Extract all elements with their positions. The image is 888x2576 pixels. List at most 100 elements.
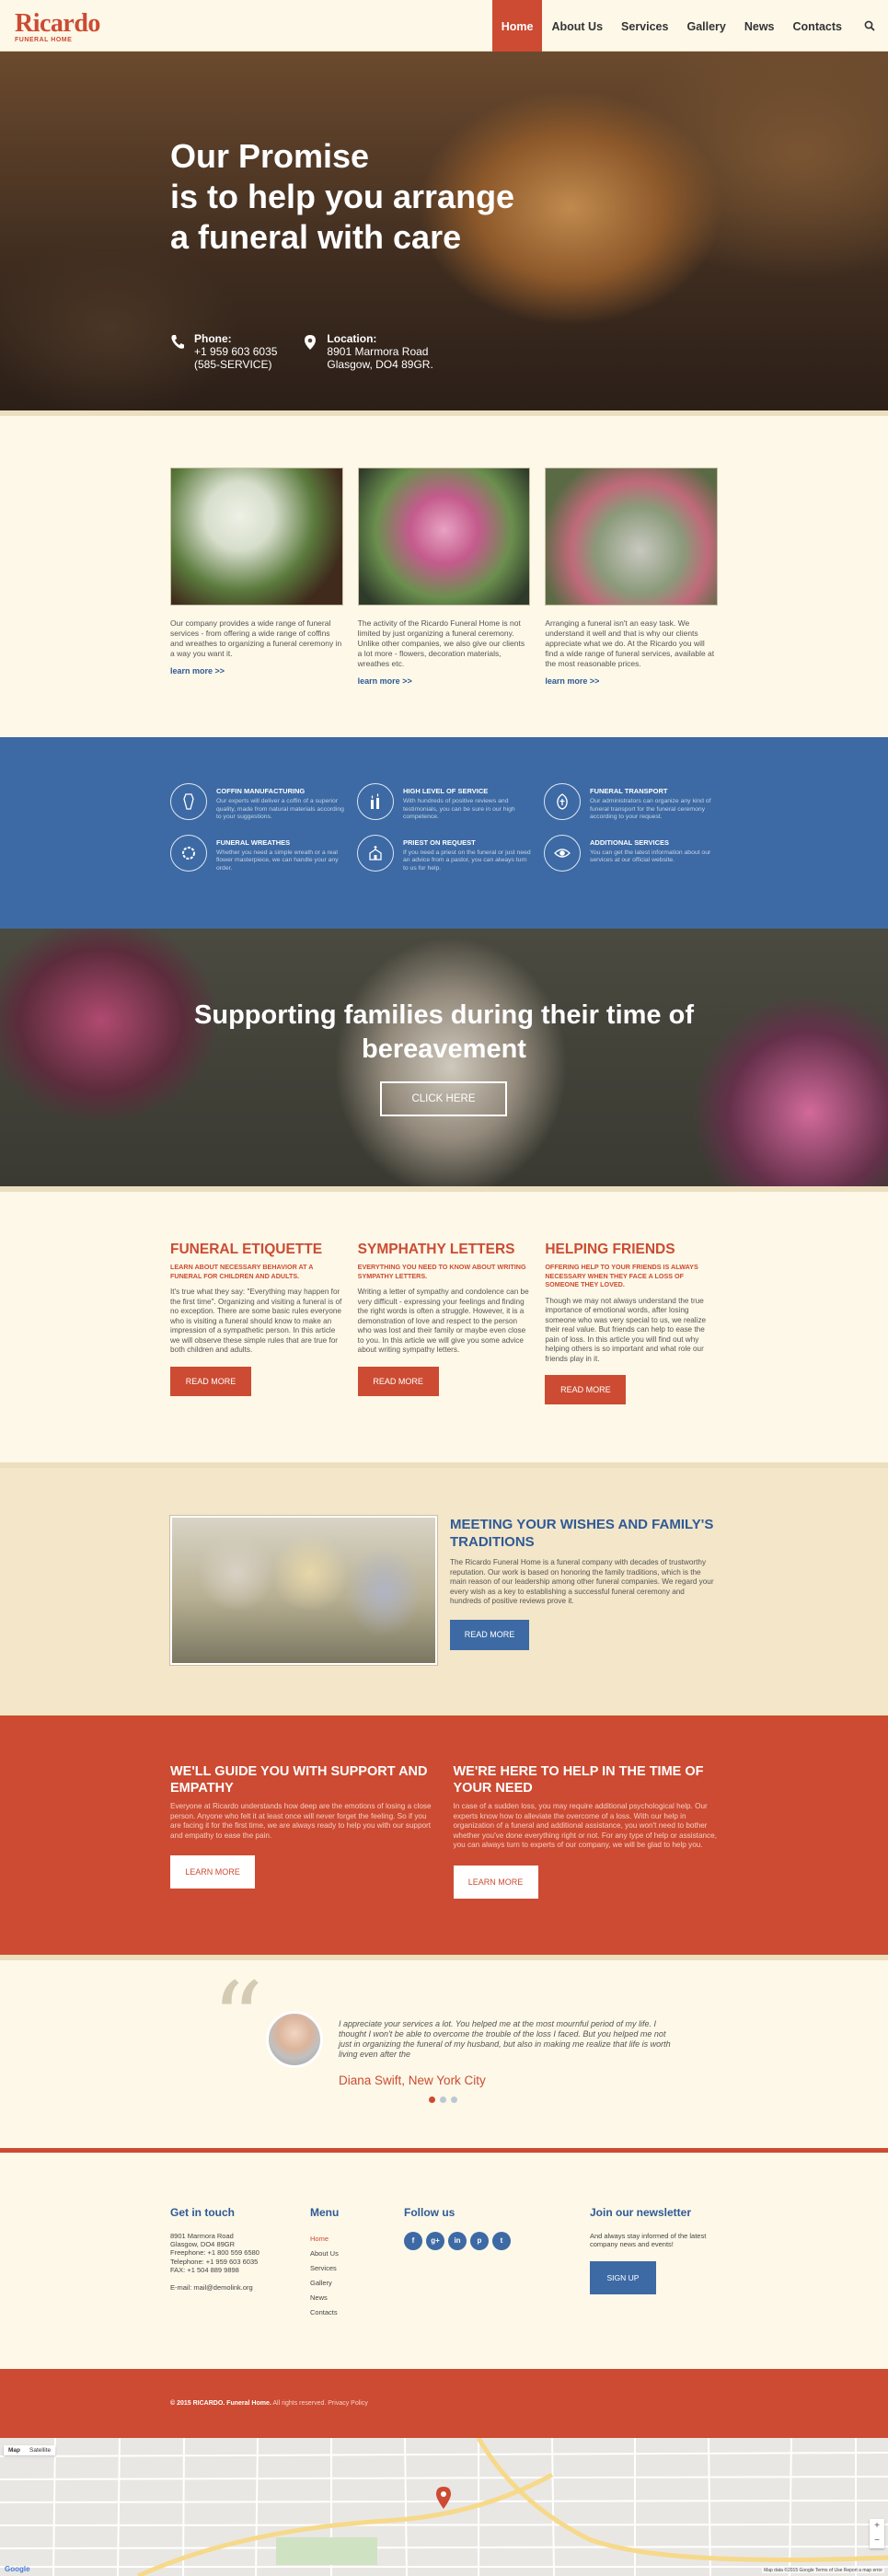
carousel-dots xyxy=(429,2097,457,2103)
service-card: Arranging a funeral isn't an easy task. … xyxy=(545,468,719,686)
traditions-title: MEETING YOUR WISHES AND FAMILY'S TRADITI… xyxy=(450,1516,717,1551)
read-more-button[interactable]: READ MORE xyxy=(545,1375,627,1404)
feature-item: COFFIN MANUFACTURING Our experts will del… xyxy=(170,783,344,822)
service-text: Arranging a funeral isn't an easy task. … xyxy=(545,618,715,668)
newsletter-text: And always stay informed of the latest c… xyxy=(590,2232,707,2249)
hero-title-line: is to help you arrange xyxy=(170,178,515,215)
coffin-flowers-image xyxy=(170,468,343,606)
pinterest-icon[interactable]: p xyxy=(470,2232,489,2250)
linkedin-icon[interactable]: in xyxy=(448,2232,467,2250)
copyright-text: © 2015 RICARDO. Funeral Home. All rights… xyxy=(170,2400,718,2407)
footer-email[interactable]: E-mail: mail@demolink.org xyxy=(170,2283,310,2292)
articles-section: FUNERAL ETIQUETTE LEARN ABOUT NECESSARY … xyxy=(0,1186,888,1462)
map-type-satellite[interactable]: Satellite xyxy=(25,2445,55,2455)
article-card: HELPING FRIENDS OFFERING HELP TO YOUR FR… xyxy=(545,1242,718,1404)
google-logo: Google xyxy=(5,2565,30,2573)
feature-text: Our experts will deliver a coffin of a s… xyxy=(216,798,344,820)
nav-item-news[interactable]: News xyxy=(735,0,784,52)
nav-item-about-us[interactable]: About Us xyxy=(542,0,612,52)
nav-item-home[interactable]: Home xyxy=(491,0,543,52)
map-type-map[interactable]: Map xyxy=(4,2445,25,2455)
footer-menu-item[interactable]: Contacts xyxy=(310,2305,404,2320)
testimonial-quote: I appreciate your services a lot. You he… xyxy=(339,2019,671,2059)
feature-title: ADDITIONAL SERVICES xyxy=(590,837,669,847)
click-here-button[interactable]: CLICK HERE xyxy=(380,1081,507,1116)
article-text: Writing a letter of sympathy and condole… xyxy=(357,1288,529,1354)
phone-number[interactable]: +1 959 603 6035 xyxy=(194,345,277,358)
site-header: Ricardo FUNERAL HOME Home About Us Servi… xyxy=(0,0,888,52)
service-text: The activity of the Ricardo Funeral Home… xyxy=(357,618,525,668)
site-footer: Get in touch 8901 Marmora Road Glasgow, … xyxy=(0,2148,888,2369)
address-line: Freephone: +1 800 559 6580 xyxy=(170,2248,259,2258)
search-icon[interactable] xyxy=(864,20,875,31)
feature-title: FUNERAL TRANSPORT xyxy=(590,787,668,795)
feature-text: If you need a priest on the funeral or j… xyxy=(403,849,531,872)
phone-alias: (585-SERVICE) xyxy=(194,358,272,371)
phone-icon xyxy=(171,335,184,349)
map-terms[interactable]: Map data ©2015 Google Terms of Use Repor… xyxy=(762,2568,884,2573)
feature-text: Our administrators can organize any kind… xyxy=(590,798,711,820)
facebook-icon[interactable]: f xyxy=(404,2232,422,2250)
feature-title: HIGH LEVEL OF SERVICE xyxy=(403,787,489,795)
address-line: Telephone: +1 959 603 6035 xyxy=(170,2257,259,2266)
tulips-image xyxy=(357,468,531,606)
google-plus-icon[interactable]: g+ xyxy=(426,2232,444,2250)
learn-more-button[interactable]: LEARN MORE xyxy=(453,1865,538,1899)
footer-menu-item[interactable]: Gallery xyxy=(310,2276,404,2291)
candles-icon xyxy=(357,783,394,820)
zoom-control[interactable]: + − xyxy=(870,2519,884,2548)
footer-menu-title: Menu xyxy=(310,2206,340,2219)
banner-title: Supporting families during their time of… xyxy=(0,999,888,1067)
carousel-dot[interactable] xyxy=(451,2097,457,2103)
address-line: 8901 Marmora Road xyxy=(170,2232,234,2240)
article-card: FUNERAL ETIQUETTE LEARN ABOUT NECESSARY … xyxy=(170,1242,343,1404)
twitter-icon[interactable]: t xyxy=(492,2232,511,2250)
wreath-icon xyxy=(170,834,207,872)
read-more-button[interactable]: READ MORE xyxy=(450,1619,529,1650)
logo-tagline: FUNERAL HOME xyxy=(15,37,73,43)
learn-more-link[interactable]: learn more >> xyxy=(545,676,718,686)
cemetery-image xyxy=(545,468,719,606)
logo[interactable]: Ricardo FUNERAL HOME xyxy=(15,11,100,44)
article-title: HELPING FRIENDS xyxy=(545,1242,675,1257)
main-nav: Home About Us Services Gallery News Cont… xyxy=(491,0,851,52)
read-more-button[interactable]: READ MORE xyxy=(357,1366,439,1396)
nav-item-contacts[interactable]: Contacts xyxy=(784,0,851,52)
carousel-dot[interactable] xyxy=(429,2097,435,2103)
cta-title: WE'LL GUIDE YOU WITH SUPPORT AND EMPATHY xyxy=(170,1763,435,1796)
cta-title-line: YOUR NEED xyxy=(453,1781,533,1796)
article-title: SYMPHATHY LETTERS xyxy=(357,1242,515,1257)
feature-item: PRIEST ON REQUEST If you need a priest on… xyxy=(357,834,531,873)
feature-item: HIGH LEVEL OF SERVICE With hundreds of po… xyxy=(357,783,531,822)
map-type-control: Map Satellite xyxy=(4,2445,56,2455)
footer-menu-item[interactable]: About Us xyxy=(310,2247,404,2261)
location-map[interactable]: Map Satellite + − Google Map data ©2015 G… xyxy=(0,2438,888,2576)
address-line: FAX: +1 504 889 9898 xyxy=(170,2265,239,2274)
banner-title-line: Supporting families during their time of xyxy=(194,1000,694,1030)
sign-up-button[interactable]: SIGN UP xyxy=(590,2261,656,2295)
nav-item-gallery[interactable]: Gallery xyxy=(677,0,734,52)
feature-title: FUNERAL WREATHES xyxy=(216,837,291,847)
footer-menu-item[interactable]: Home xyxy=(310,2232,404,2247)
feature-item: ADDITIONAL SERVICES You can get the lates… xyxy=(544,834,718,873)
copyright-bar: © 2015 RICARDO. Funeral Home. All rights… xyxy=(0,2369,888,2438)
article-text: Though we may not always understand the … xyxy=(545,1296,707,1363)
map-pin-icon[interactable] xyxy=(435,2486,452,2510)
read-more-button[interactable]: READ MORE xyxy=(170,1366,251,1396)
nav-item-services[interactable]: Services xyxy=(612,0,677,52)
footer-contact: Get in touch 8901 Marmora Road Glasgow, … xyxy=(170,2206,310,2320)
support-cta-section: WE'LL GUIDE YOU WITH SUPPORT AND EMPATHY… xyxy=(0,1715,888,1955)
footer-menu-item[interactable]: Services xyxy=(310,2261,404,2276)
carousel-dot[interactable] xyxy=(440,2097,446,2103)
footer-menu-item[interactable]: News xyxy=(310,2291,404,2305)
banner-title-line: bereavement xyxy=(362,1034,526,1064)
learn-more-link[interactable]: learn more >> xyxy=(358,676,531,686)
coffin-icon xyxy=(170,783,207,820)
copyright-rest[interactable]: All rights reserved. Privacy Policy xyxy=(271,2400,368,2407)
hero-phone: Phone: +1 959 603 6035 (585-SERVICE) xyxy=(170,332,277,371)
article-title: FUNERAL ETIQUETTE xyxy=(170,1242,323,1257)
hero-location: Location: 8901 Marmora Road Glasgow, DO4… xyxy=(303,332,433,371)
learn-more-button[interactable]: LEARN MORE xyxy=(170,1855,255,1889)
copyright-brand: © 2015 RICARDO. Funeral Home. xyxy=(170,2400,271,2407)
learn-more-link[interactable]: learn more >> xyxy=(170,666,343,676)
